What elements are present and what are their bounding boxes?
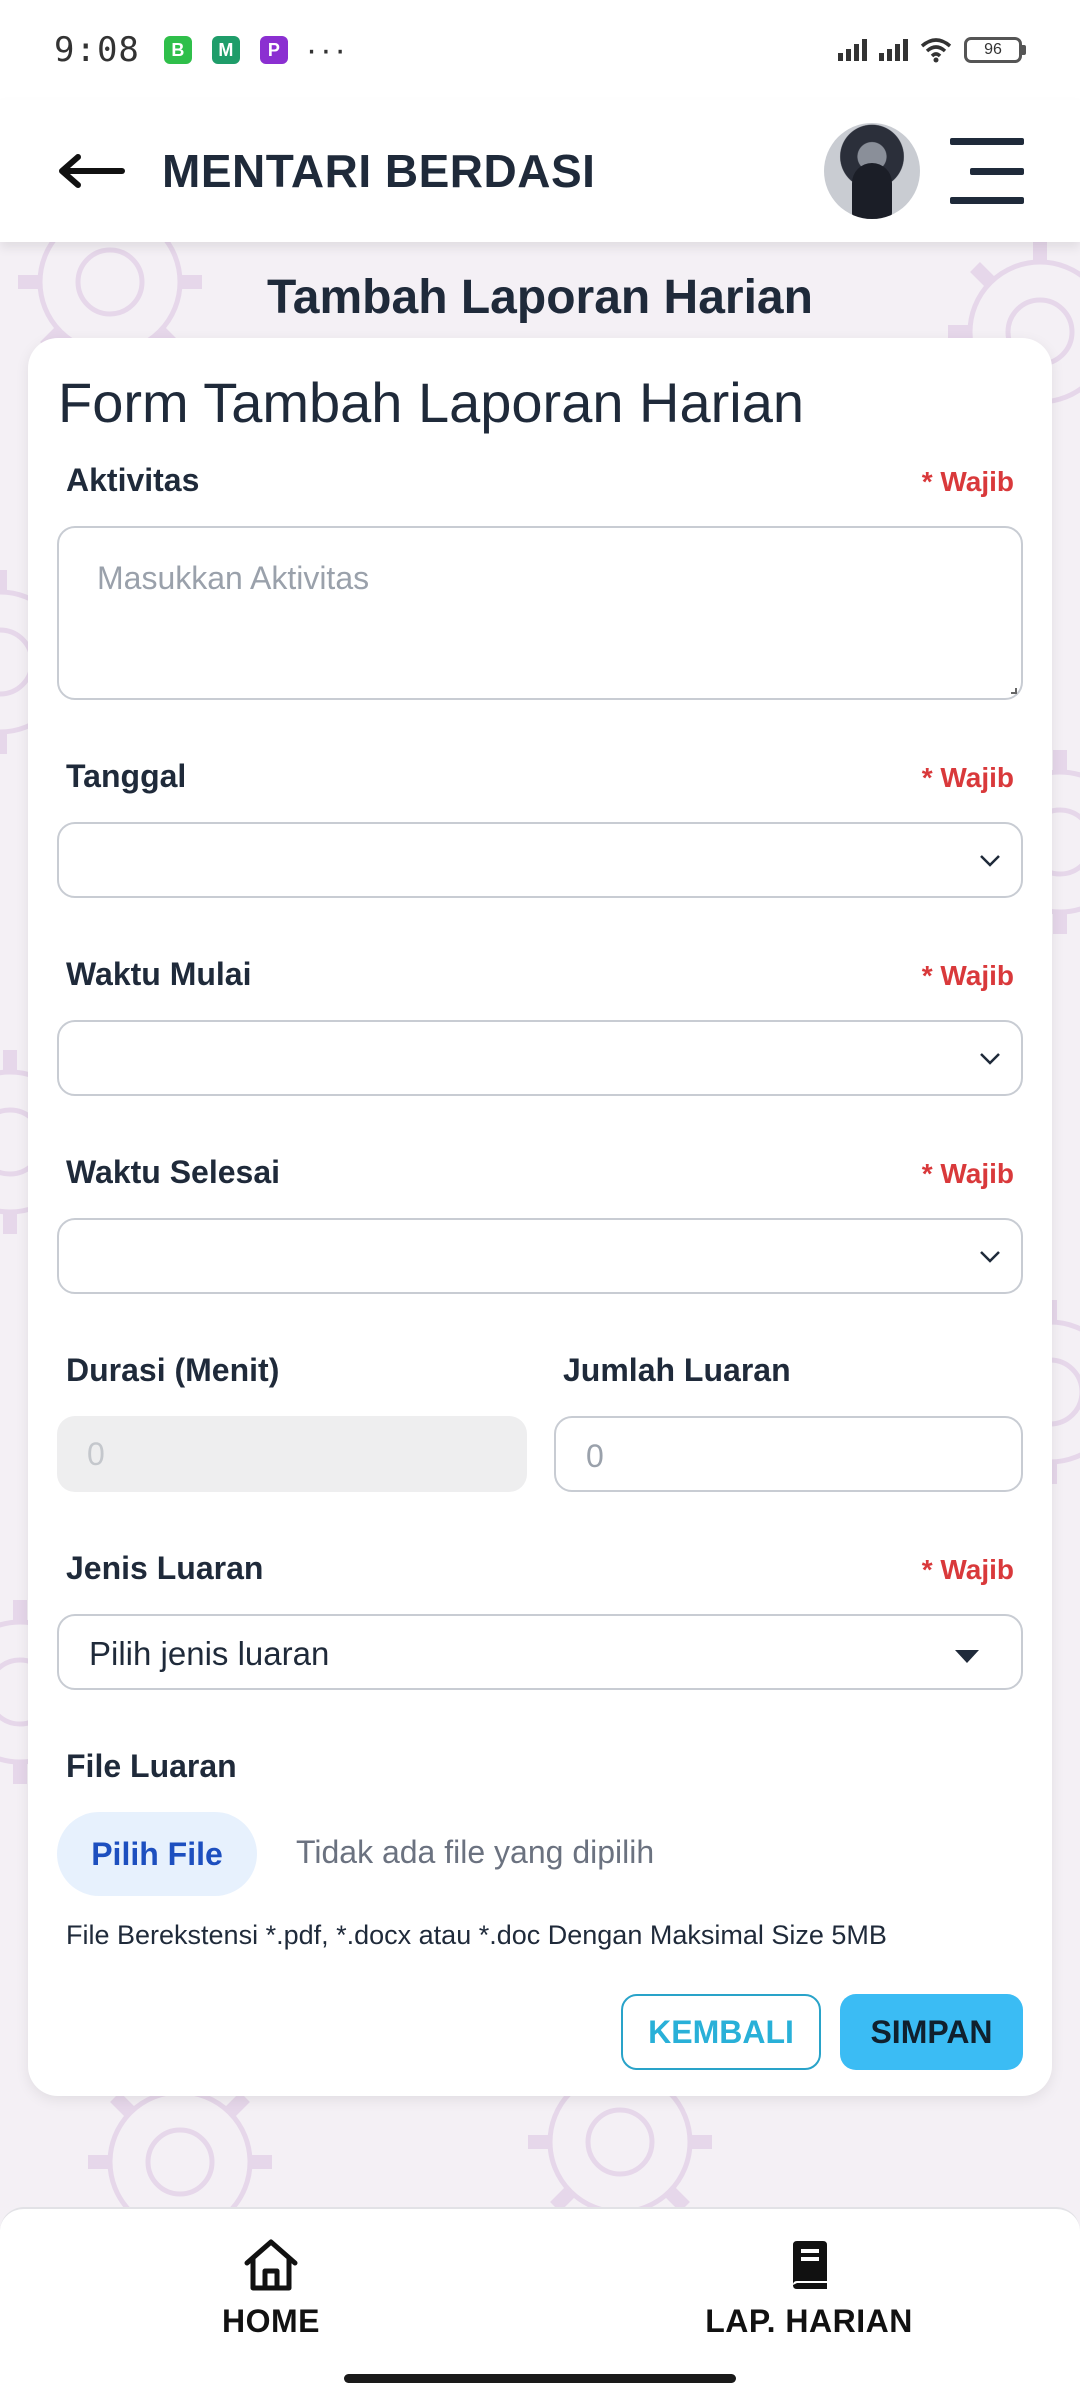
back-button[interactable] (56, 141, 136, 201)
resize-handle-icon[interactable] (1011, 688, 1017, 694)
menu-line-icon (950, 138, 1024, 145)
aktivitas-required-label: * Wajib (921, 466, 1014, 497)
waktu-mulai-required-label: * Wajib (921, 960, 1014, 991)
nav-lap-harian-label: LAP. HARIAN (705, 2303, 913, 2339)
home-gesture-bar[interactable] (344, 2374, 736, 2383)
simpan-button[interactable]: SIMPAN (840, 1994, 1023, 2070)
tanggal-required-label: * Wajib (921, 762, 1014, 793)
notification-app-b-icon: B (163, 36, 192, 64)
wifi-icon (920, 38, 952, 63)
jenis-luaran-required-label: * Wajib (921, 1554, 1014, 1585)
file-status-text: Tidak ada file yang dipilih (296, 1834, 655, 1870)
nav-item-lap-harian[interactable]: LAP. HARIAN (689, 2237, 929, 2340)
nav-item-home[interactable]: HOME (151, 2237, 391, 2340)
app-header: MENTARI BERDASI (0, 100, 1080, 242)
signal-2-icon (879, 39, 908, 61)
bottom-navigation: HOME LAP. HARIAN (0, 2207, 1080, 2357)
jenis-luaran-select[interactable]: Pilih jenis luaran (57, 1614, 1023, 1690)
jumlah-luaran-label: Jumlah Luaran (563, 1352, 791, 1388)
chevron-down-icon (973, 844, 1007, 878)
aktivitas-label: Aktivitas (66, 462, 200, 498)
battery-icon: 96 (964, 37, 1026, 63)
home-icon (244, 2239, 298, 2291)
chevron-down-icon (973, 1240, 1007, 1274)
status-indicators: 96 (838, 37, 1026, 63)
nav-home-label: HOME (222, 2303, 320, 2339)
status-time: 9:08 (54, 30, 140, 70)
app-title: MENTARI BERDASI (162, 145, 596, 197)
kembali-button[interactable]: KEMBALI (621, 1994, 821, 2070)
menu-button[interactable] (950, 138, 1024, 204)
tanggal-label: Tanggal (66, 758, 187, 794)
jumlah-luaran-input[interactable]: 0 (554, 1416, 1023, 1492)
waktu-selesai-label: Waktu Selesai (66, 1154, 281, 1190)
arrow-left-icon (59, 154, 125, 188)
jenis-luaran-label: Jenis Luaran (66, 1550, 264, 1586)
notification-app-p-icon: P (259, 36, 288, 64)
aktivitas-textarea[interactable]: Masukkan Aktivitas (57, 526, 1023, 700)
more-notifications-icon: ··· (305, 31, 349, 69)
aktivitas-placeholder: Masukkan Aktivitas (97, 560, 370, 596)
menu-line-icon (950, 197, 1024, 204)
tanggal-select[interactable] (57, 822, 1023, 898)
durasi-input: 0 (57, 1416, 527, 1492)
status-app-icons: B M P (163, 36, 288, 64)
file-hint-text: File Berekstensi *.pdf, *.docx atau *.do… (66, 1920, 887, 1950)
notification-app-m-icon: M (211, 36, 240, 64)
durasi-label: Durasi (Menit) (66, 1352, 280, 1388)
page-heading: Tambah Laporan Harian (267, 271, 813, 324)
pilih-file-button[interactable]: Pilih File (57, 1812, 257, 1896)
form-card: Form Tambah Laporan Harian Aktivitas * W… (28, 338, 1052, 2096)
status-bar: 9:08 B M P ··· 96 (0, 0, 1080, 100)
jenis-luaran-value: Pilih jenis luaran (89, 1635, 330, 1672)
menu-line-icon (970, 167, 1024, 175)
jumlah-luaran-value: 0 (586, 1438, 604, 1474)
battery-level: 96 (964, 37, 1022, 63)
signal-1-icon (838, 39, 867, 61)
book-icon (793, 2241, 827, 2289)
waktu-selesai-required-label: * Wajib (921, 1158, 1014, 1189)
waktu-selesai-select[interactable] (57, 1218, 1023, 1294)
chevron-down-icon (973, 1042, 1007, 1076)
form-title: Form Tambah Laporan Harian (58, 371, 805, 434)
waktu-mulai-select[interactable] (57, 1020, 1023, 1096)
caret-down-icon (955, 1650, 979, 1663)
avatar[interactable] (824, 123, 920, 219)
durasi-value: 0 (87, 1436, 105, 1472)
waktu-mulai-label: Waktu Mulai (66, 956, 252, 992)
file-luaran-label: File Luaran (66, 1748, 237, 1784)
